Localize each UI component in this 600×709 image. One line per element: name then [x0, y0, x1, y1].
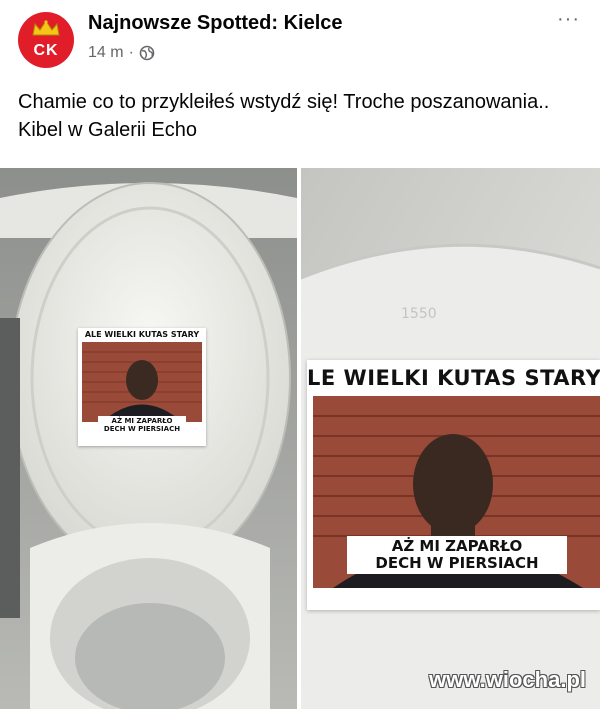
post-header: CK Najnowsze Spotted: Kielce 14 m · ··· [0, 0, 600, 80]
post-meta: 14 m · [88, 44, 155, 62]
svg-text:1550: 1550 [401, 306, 437, 322]
post-text: Chamie co to przykleiłeś wstydź się! Tro… [18, 91, 550, 141]
watermark: www.wiocha.pl [429, 667, 586, 692]
page-avatar[interactable]: CK [18, 12, 74, 68]
meme-top-text-right: LE WIELKI KUTAS STARY [307, 366, 600, 390]
meme-poster-left: ALE WIELKI KUTAS STARY AŻ MI ZAPARŁO DEC… [78, 328, 206, 446]
meta-separator: · [128, 44, 134, 61]
meme-bottom-text-left: AŻ MI ZAPARŁO DECH W PIERSIACH [98, 416, 186, 434]
globe-icon [139, 45, 155, 61]
more-options-icon[interactable]: ··· [557, 8, 580, 31]
meme-top-text-left: ALE WIELKI KUTAS STARY [78, 330, 206, 339]
meme-bottom-text-right: AŻ MI ZAPARŁO DECH W PIERSIACH [347, 536, 567, 574]
photo-left[interactable]: ALE WIELKI KUTAS STARY AŻ MI ZAPARŁO DEC… [0, 168, 297, 709]
meme-photo-left [82, 342, 202, 422]
meme-poster-right: LE WIELKI KUTAS STARY AŻ MI ZAPARŁO DECH… [307, 360, 600, 610]
photo-right[interactable]: 1550 LE WIELKI KUTAS STARY AŻ MI ZAPARŁO… [301, 168, 600, 709]
page-name[interactable]: Najnowsze Spotted: Kielce [88, 12, 343, 35]
avatar-text: CK [33, 42, 59, 59]
crown-icon [32, 20, 60, 36]
post-time[interactable]: 14 m [88, 44, 124, 62]
